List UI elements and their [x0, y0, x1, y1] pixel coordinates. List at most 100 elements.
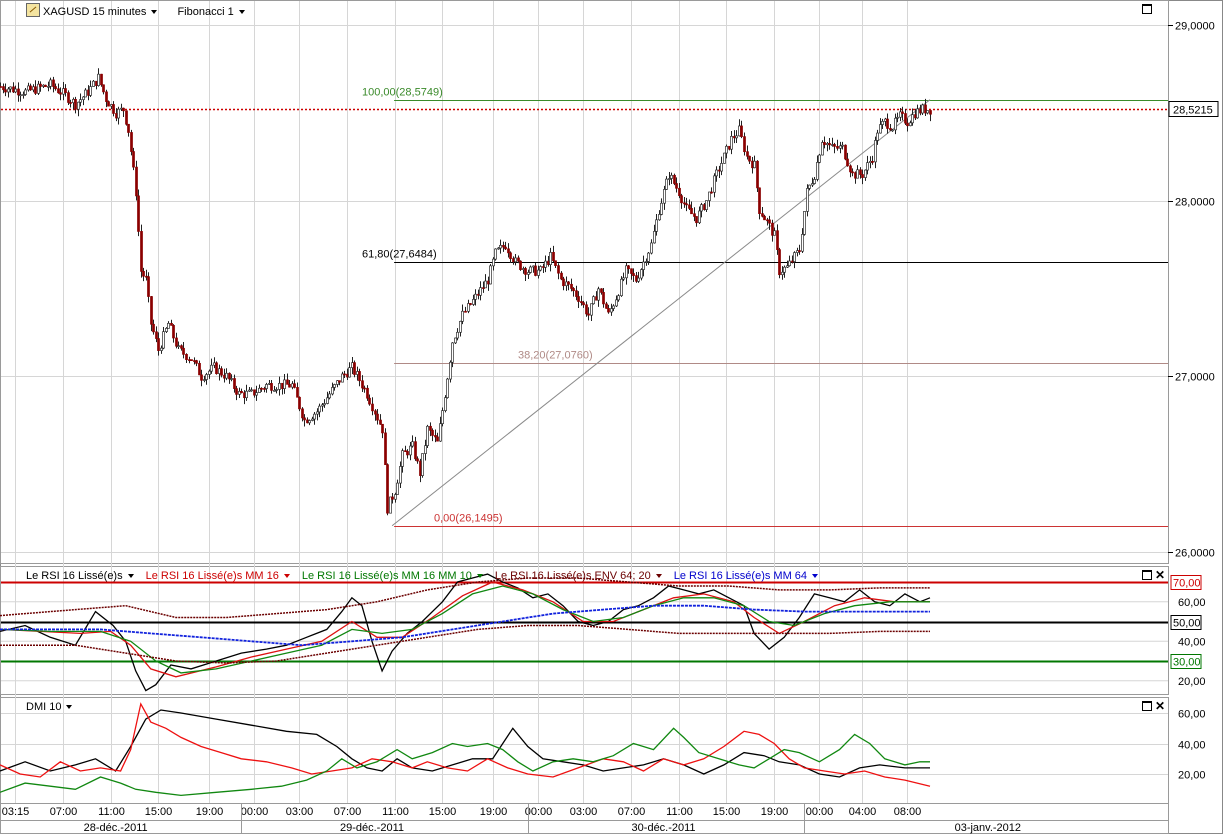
- candle-body: [844, 144, 847, 160]
- candle-body: [768, 219, 771, 224]
- candle-body: [472, 299, 475, 305]
- candle-body: [250, 389, 253, 392]
- candle-body: [195, 360, 198, 364]
- rsi-y-tick-label: 60,00: [1178, 597, 1206, 609]
- candle-body: [152, 323, 155, 333]
- candle-body: [0, 86, 2, 88]
- close-rsi-panel-button[interactable]: ✕: [1155, 569, 1165, 581]
- candle-body: [348, 367, 351, 378]
- price-y-tick-label: 26,0000: [1175, 548, 1215, 560]
- candle-body: [474, 293, 477, 300]
- candle-body: [743, 136, 746, 153]
- chevron-down-icon[interactable]: [655, 574, 662, 579]
- candle-body: [117, 108, 120, 119]
- candle-body: [424, 445, 427, 454]
- candle-body: [374, 410, 377, 415]
- candle-body: [82, 96, 85, 100]
- chevron-down-icon[interactable]: [127, 574, 134, 579]
- candle-body: [605, 303, 608, 309]
- rsi-legend-item[interactable]: Le RSI 16 Lissé(e)s MM 16 MM 10: [302, 570, 483, 582]
- rsi-legend-label: Le RSI 16 Lissé(e)s MM 16: [145, 570, 279, 582]
- candle-body: [396, 482, 399, 495]
- candle-body: [856, 169, 859, 179]
- candle-body: [39, 83, 42, 87]
- rsi-legend-item[interactable]: Le RSI 16 Lissé(e)s MM 64: [674, 570, 819, 582]
- study-selector[interactable]: Fibonacci 1: [177, 6, 245, 18]
- candle-body: [773, 230, 776, 236]
- chevron-down-icon[interactable]: [283, 574, 290, 579]
- x-tick-label: 19:00: [196, 806, 224, 818]
- candle-body: [4, 89, 7, 93]
- candle-body: [836, 146, 839, 149]
- x-tick-label: 19:00: [480, 806, 508, 818]
- candle-body: [494, 248, 497, 260]
- x-tick-label: 07:00: [334, 806, 362, 818]
- candle-body: [230, 378, 233, 380]
- candle-body: [630, 268, 633, 274]
- candle-body: [730, 135, 733, 150]
- symbol-selector[interactable]: XAGUSD 15 minutes: [43, 6, 158, 18]
- chart-canvas: 100,00(28,5749) 61,80(27,6484) 38,20(27,07…: [0, 0, 1223, 834]
- chevron-down-icon[interactable]: [812, 574, 819, 579]
- candle-body: [673, 174, 676, 184]
- candle-body: [451, 342, 454, 363]
- rsi-level-label: 30,00: [1173, 657, 1201, 669]
- candle-body: [363, 387, 366, 390]
- price-panel-header: XAGUSD 15 minutes Fibonacci 1: [26, 3, 245, 18]
- dmi-selector[interactable]: DMI 10: [26, 701, 73, 713]
- candle-body: [544, 260, 547, 268]
- candle-body: [381, 423, 384, 434]
- chevron-down-icon[interactable]: [151, 10, 158, 15]
- candle-body: [376, 413, 379, 421]
- candle-body: [162, 331, 165, 349]
- candle-body: [303, 417, 306, 421]
- close-dmi-panel-button[interactable]: ✕: [1155, 700, 1165, 712]
- pencil-icon[interactable]: [26, 3, 40, 17]
- fib-level-label: 0,00(26,1495): [434, 513, 503, 525]
- chevron-down-icon[interactable]: [476, 574, 483, 579]
- candle-body: [653, 231, 656, 244]
- candle-body: [436, 436, 439, 442]
- candle-body: [205, 374, 208, 380]
- candle-body: [688, 204, 691, 209]
- candle-body: [245, 390, 248, 399]
- maximize-dmi-panel-button[interactable]: [1142, 701, 1152, 711]
- candle-body: [401, 450, 404, 467]
- candle-body: [265, 384, 268, 389]
- candle-body: [301, 408, 304, 419]
- candle-body: [409, 445, 412, 456]
- rsi-legend-item[interactable]: Le RSI 16 Lissé(e)s MM 16: [146, 570, 290, 582]
- x-tick-label: 15:00: [429, 806, 457, 818]
- candle-body: [781, 271, 784, 276]
- candle-body: [758, 187, 761, 214]
- rsi-legend-label: Le RSI 16 Lissé(e)s ENV 64; 20: [494, 570, 651, 582]
- x-tick-label: 07:00: [618, 806, 646, 818]
- candle-body: [886, 118, 889, 129]
- candle-body: [89, 86, 92, 96]
- candle-body: [102, 84, 105, 93]
- candle-body: [456, 331, 459, 339]
- candle-body: [308, 420, 311, 424]
- rsi-legend-item[interactable]: Le RSI 16 Lissé(e)s: [26, 570, 134, 582]
- candle-body: [338, 380, 341, 383]
- candle-body: [67, 92, 70, 103]
- candle-body: [34, 86, 37, 94]
- maximize-price-panel-button[interactable]: [1142, 4, 1152, 14]
- x-tick-label: 15:00: [145, 806, 173, 818]
- chevron-down-icon[interactable]: [238, 10, 245, 15]
- rsi-legend-item[interactable]: Le RSI 16 Lissé(e)s ENV 64; 20: [495, 570, 662, 582]
- dmi-y-tick-label: 40,00: [1178, 740, 1206, 752]
- candle-body: [801, 234, 804, 252]
- candle-body: [756, 160, 759, 189]
- last-price-label: 28,5215: [1173, 105, 1213, 117]
- candle-body: [155, 331, 158, 339]
- candle-body: [328, 393, 331, 399]
- candle-body: [783, 266, 786, 273]
- candle-body: [69, 102, 72, 104]
- candle-body: [582, 302, 585, 306]
- maximize-rsi-panel-button[interactable]: [1142, 570, 1152, 580]
- candle-body: [84, 89, 87, 98]
- chevron-down-icon[interactable]: [66, 705, 73, 710]
- candle-body: [79, 99, 82, 103]
- candle-body: [617, 295, 620, 301]
